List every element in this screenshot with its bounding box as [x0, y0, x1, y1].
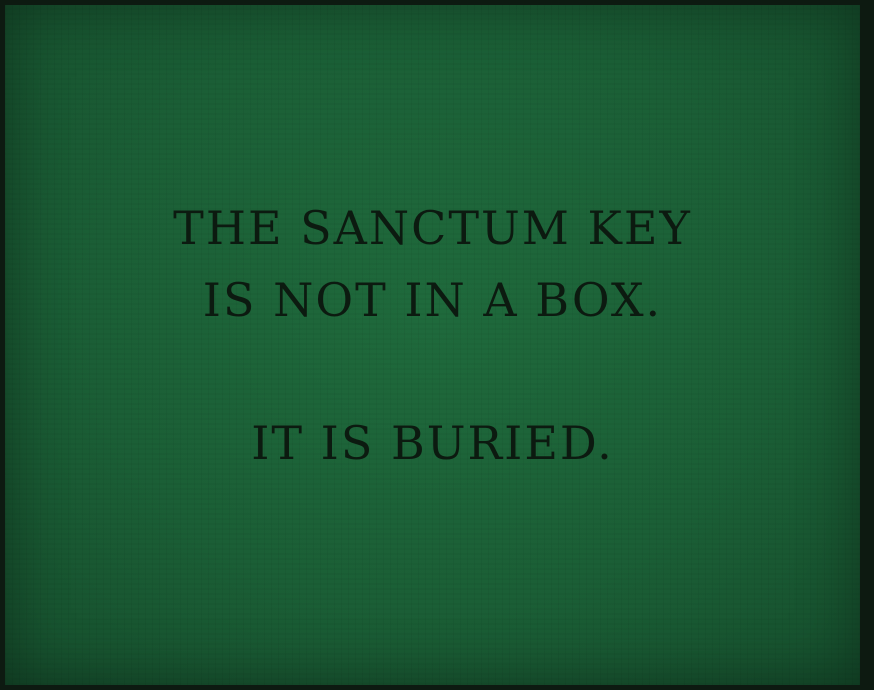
- message-line-1: THE SANCTUM KEY: [173, 201, 692, 255]
- message-line-3: IT IS BURIED.: [251, 416, 614, 470]
- screen-vignette: [5, 5, 860, 685]
- game-screen[interactable]: THE SANCTUM KEY IS NOT IN A BOX. IT IS B…: [0, 0, 874, 690]
- message-line-2: IS NOT IN A BOX.: [202, 273, 663, 327]
